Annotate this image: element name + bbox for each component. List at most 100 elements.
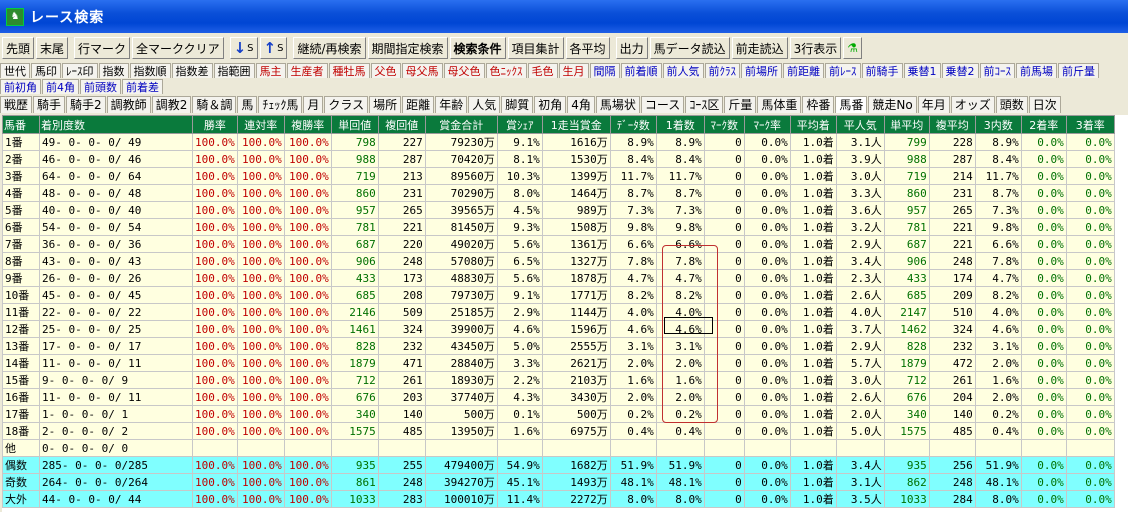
table-cell[interactable]: 0.0% [1020,133,1067,151]
table-cell[interactable]: 48.1% [974,473,1022,491]
table-cell[interactable]: 100.0% [236,133,285,151]
table-cell[interactable]: 2番 [2,150,40,168]
table-cell[interactable]: 4.0% [655,303,705,321]
table-cell[interactable]: 0.0% [1065,473,1115,491]
table-cell[interactable]: 0.0% [743,388,791,406]
table-cell[interactable]: 1.6% [609,371,657,389]
table-cell[interactable]: 3430万 [541,388,611,406]
table-cell[interactable]: 2.0人 [835,405,885,423]
table-cell[interactable]: 173 [377,269,426,287]
table-cell[interactable]: 510 [928,303,976,321]
results-grid[interactable]: 馬番 着別度数 勝率 連対率 複勝率 単回値 複回値 賞金合計 賞ｼｪｱ 1走当賞金 ﾃﾞｰﾀ数 1着… [2,115,1128,512]
table-cell[interactable]: 1.0着 [789,354,837,372]
table-cell[interactable]: 935 [883,456,930,474]
table-cell[interactable] [883,439,930,457]
tab-1-5[interactable]: 指数差 [171,63,213,78]
table-cell[interactable]: 100.0% [283,371,332,389]
table-cell[interactable]: 433 [330,269,379,287]
table-cell[interactable]: 6.6% [974,235,1022,253]
table-cell[interactable]: 8.7% [655,184,705,202]
tab-3-24[interactable]: 競走No [868,96,917,113]
tab-3-10[interactable]: 場所 [369,96,402,113]
table-cell[interactable]: 8.7% [609,184,657,202]
table-cell[interactable]: 0.0% [1065,286,1115,304]
table-cell[interactable]: 0.0% [1065,218,1115,236]
table-cell[interactable]: 100.0% [283,473,332,491]
table-cell[interactable]: 2621万 [541,354,611,372]
table-cell[interactable]: 0 [703,320,745,338]
table-cell[interactable]: 0.0% [743,354,791,372]
table-cell[interactable]: 48.1% [655,473,705,491]
table-cell[interactable]: 0.0% [1020,320,1067,338]
table-cell[interactable]: 264- 0- 0- 0/264 [39,473,193,491]
table-cell[interactable]: 26- 0- 0- 0/ 26 [39,269,193,287]
table-cell[interactable]: 100.0% [283,320,332,338]
table-cell[interactable]: 5.7人 [835,354,885,372]
table-cell[interactable]: 2147 [883,303,930,321]
table-cell[interactable]: 1530万 [541,150,611,168]
table-cell[interactable]: 1.0着 [789,405,837,423]
tab-1-10[interactable]: 父色 [370,63,401,78]
table-cell[interactable]: 3.3人 [835,184,885,202]
tab-1-0[interactable]: 世代 [0,63,30,78]
table-cell[interactable]: 0 [703,337,745,355]
table-cell[interactable]: 100.0% [192,150,238,168]
table-cell[interactable]: 奇数 [2,473,40,491]
table-cell[interactable]: 3.9人 [835,150,885,168]
table-cell[interactable]: 11.7% [655,167,705,185]
table-cell[interactable] [928,439,976,457]
table-cell[interactable]: 1.0着 [789,133,837,151]
table-cell[interactable]: 221 [928,218,976,236]
table-cell[interactable]: 2.3人 [835,269,885,287]
table-cell[interactable]: 100.0% [236,150,285,168]
table-cell[interactable]: 781 [883,218,930,236]
tab-1-1[interactable]: 馬印 [31,63,61,78]
table-row[interactable]: 1番 49- 0- 0- 0/ 49 100.0% 100.0% 100.0% 798 22… [2,133,1115,151]
table-cell[interactable]: 100.0% [192,184,238,202]
tab-1-20[interactable]: 前場所 [741,63,782,78]
table-cell[interactable] [541,439,611,457]
table-cell[interactable]: 100.0% [236,354,285,372]
table-cell[interactable]: 100.0% [283,235,332,253]
table-cell[interactable]: 988 [330,150,379,168]
table-cell[interactable]: 48830万 [424,269,498,287]
table-cell[interactable]: 9番 [2,269,40,287]
table-cell[interactable]: 8.2% [609,286,657,304]
table-cell[interactable]: 2.0% [609,354,657,372]
table-cell[interactable]: 676 [330,388,379,406]
table-cell[interactable]: 0.0% [743,303,791,321]
table-cell[interactable]: 687 [883,235,930,253]
table-cell[interactable]: 0.0% [1020,337,1067,355]
search-conditions-button[interactable]: 検索条件 [449,37,506,59]
table-cell[interactable]: 1- 0- 0- 0/ 1 [39,405,193,423]
table-cell[interactable]: 4.0人 [835,303,885,321]
table-cell[interactable]: 7.8% [655,252,705,270]
tab-1-14[interactable]: 毛色 [527,63,558,78]
table-cell[interactable]: 4.7% [609,269,657,287]
table-cell[interactable]: 287 [377,150,426,168]
table-cell[interactable]: 2.0% [974,354,1022,372]
table-cell[interactable]: 1361万 [541,235,611,253]
table-cell[interactable]: 100.0% [283,269,332,287]
tab-1-4[interactable]: 指数順 [129,63,171,78]
tab-3-13[interactable]: 人気 [468,96,501,113]
table-cell[interactable]: 100.0% [192,201,238,219]
table-cell[interactable]: 433 [883,269,930,287]
table-cell[interactable]: 213 [377,167,426,185]
table-cell[interactable]: 36- 0- 0- 0/ 36 [39,235,193,253]
tab-3-18[interactable]: コース [640,96,685,113]
table-cell[interactable]: 3.7人 [835,320,885,338]
tab-1-19[interactable]: 前ｸﾗｽ [704,63,740,78]
tab-3-22[interactable]: 枠番 [802,96,835,113]
tab-1-9[interactable]: 種牡馬 [328,63,370,78]
table-cell[interactable]: 0.0% [1065,456,1115,474]
table-cell[interactable]: 6975万 [541,422,611,440]
table-cell[interactable]: 15番 [2,371,40,389]
table-cell[interactable]: 3.1% [974,337,1022,355]
table-cell[interactable]: 5.0人 [835,422,885,440]
tab-3-12[interactable]: 年齢 [435,96,468,113]
tab-1-6[interactable]: 指範囲 [213,63,255,78]
table-cell[interactable]: 0.0% [1020,354,1067,372]
table-cell[interactable]: 1.0着 [789,167,837,185]
table-cell[interactable]: 799 [883,133,930,151]
